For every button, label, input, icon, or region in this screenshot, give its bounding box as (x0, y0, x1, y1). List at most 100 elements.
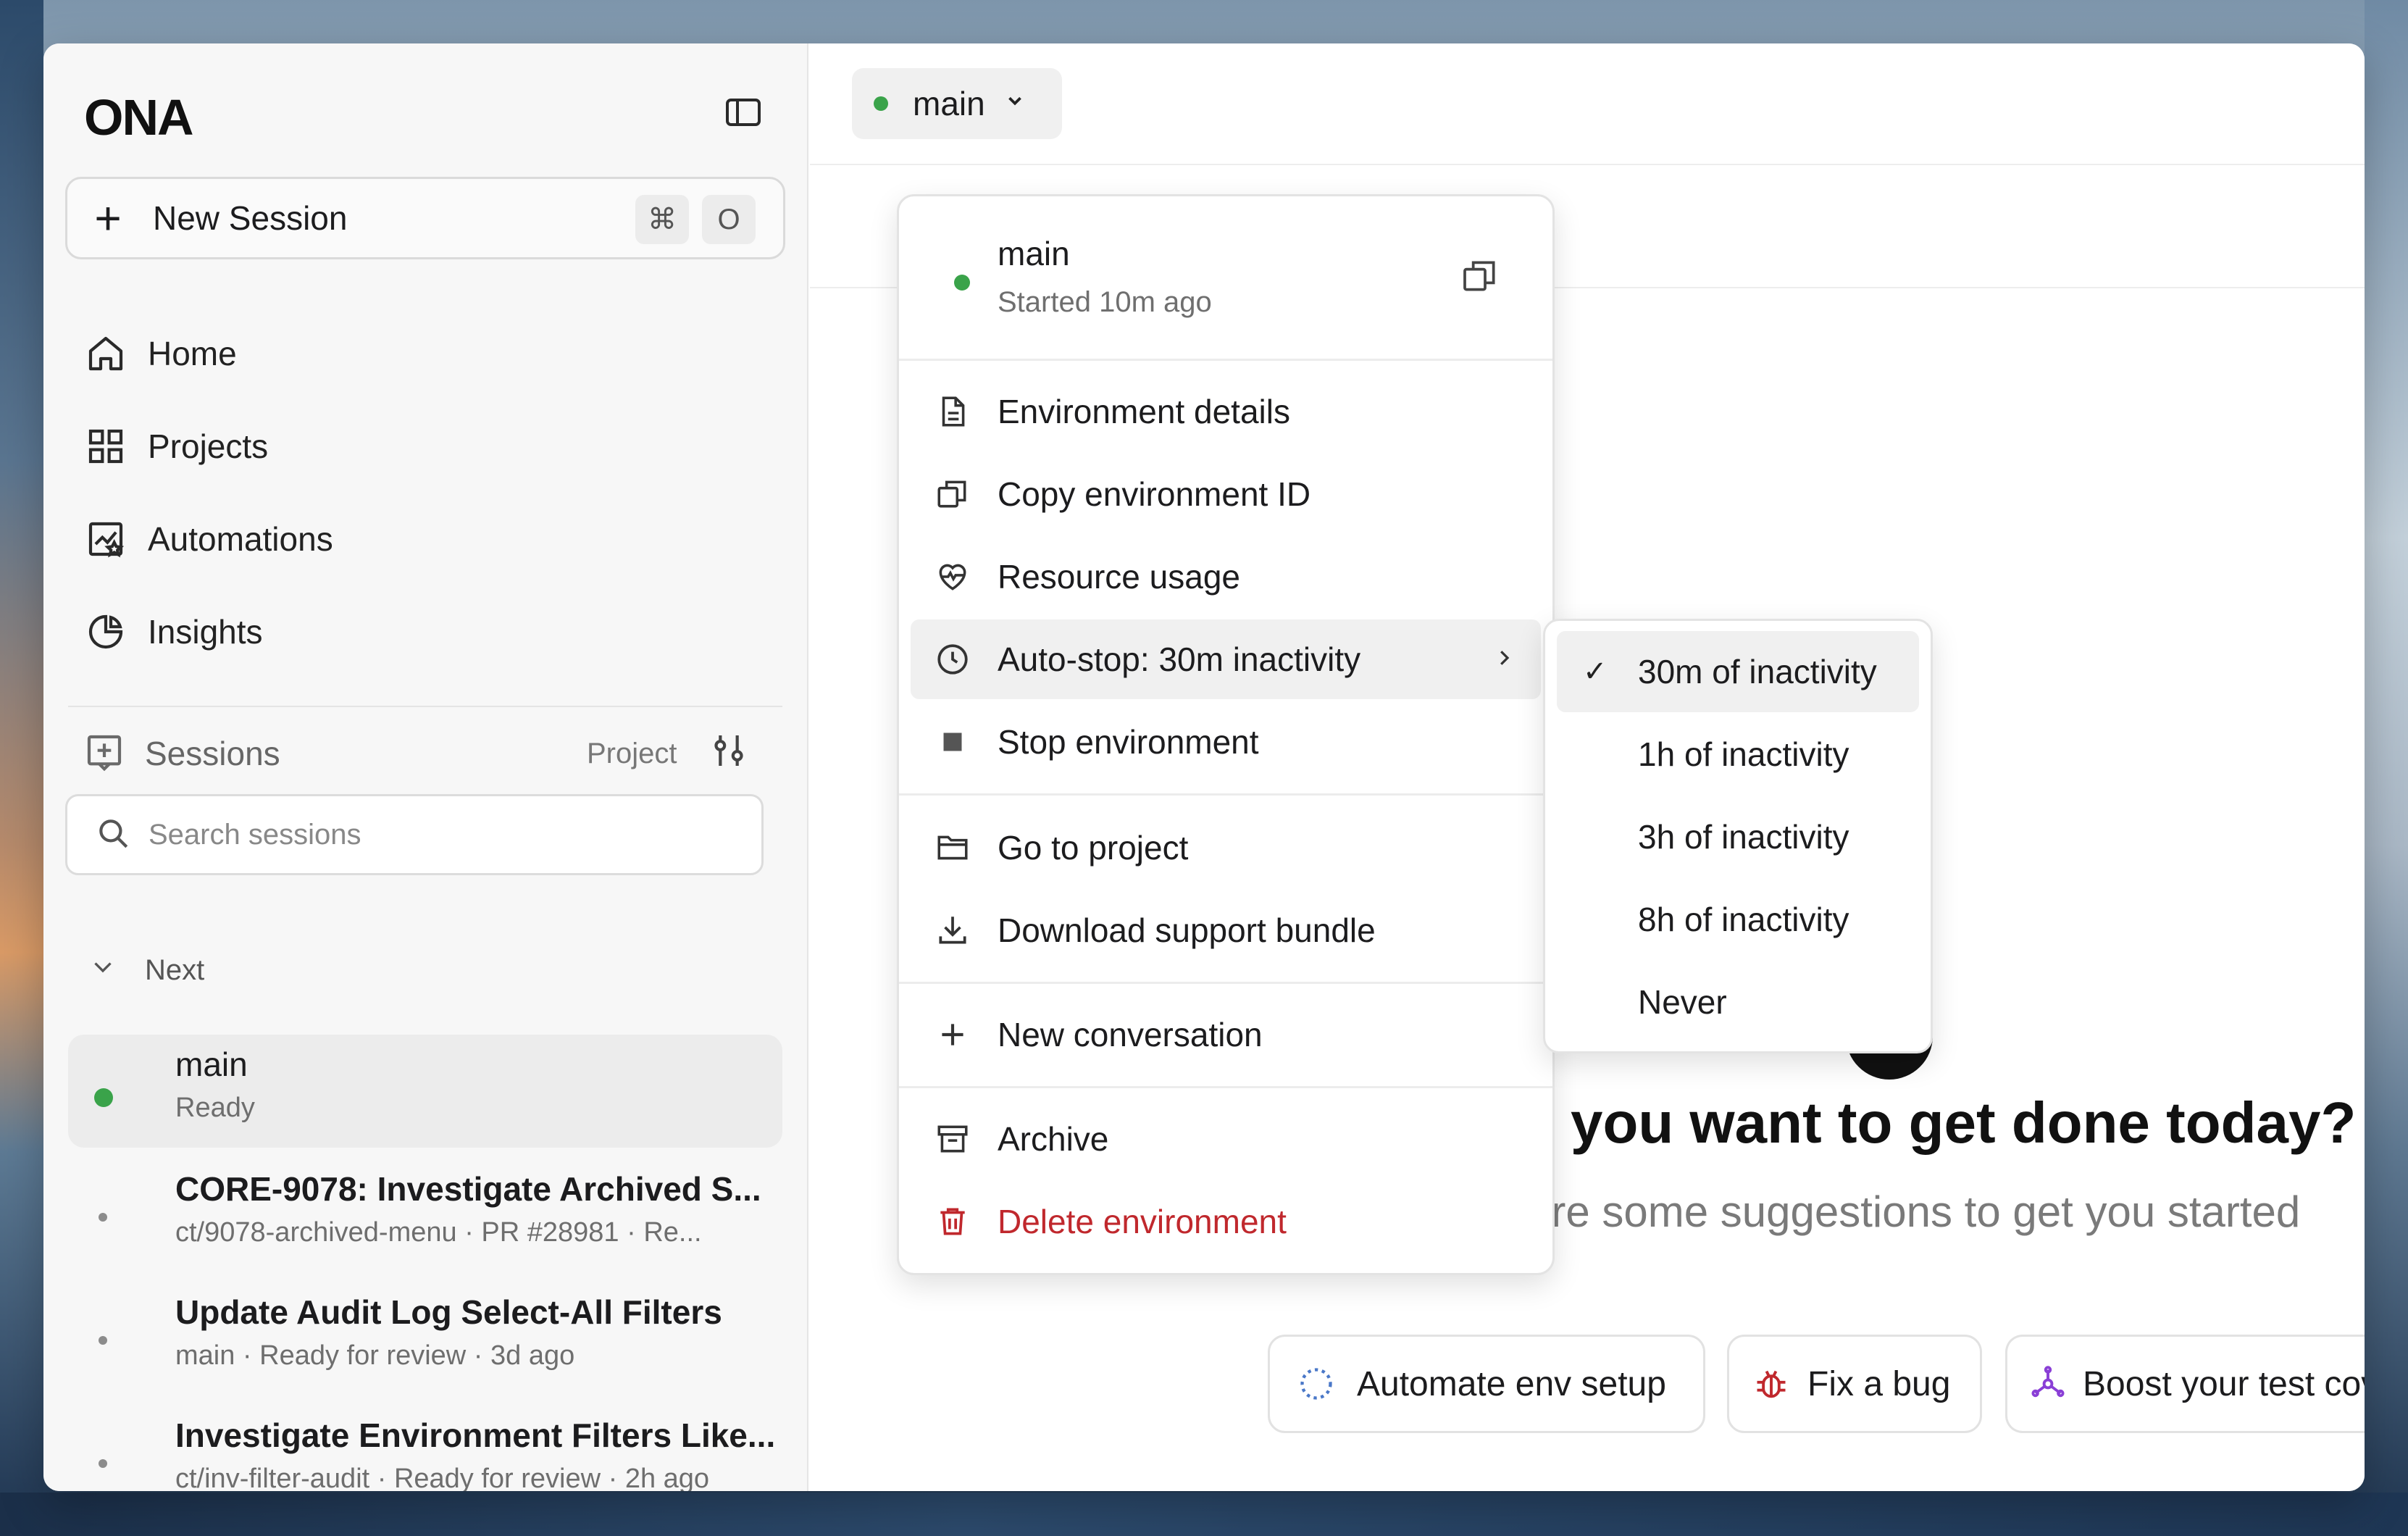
menu-item-go-to-project[interactable]: Go to project (911, 808, 1541, 888)
search-placeholder: Search sessions (149, 818, 361, 851)
menu-item-label: Resource usage (998, 558, 1240, 596)
session-item[interactable]: CORE-9078: Investigate Archived S... ct/… (68, 1159, 782, 1272)
search-sessions-input[interactable]: Search sessions (65, 794, 764, 875)
plus-icon: + (94, 192, 122, 244)
nav-item-insights[interactable]: Insights (84, 603, 263, 661)
pie-chart-icon (84, 610, 127, 654)
copy-icon[interactable] (1460, 256, 1500, 300)
option-label: 30m of inactivity (1638, 653, 1877, 690)
menu-item-label: Environment details (998, 393, 1290, 430)
menu-item-resource-usage[interactable]: Resource usage (911, 537, 1541, 617)
chevron-down-icon (1004, 90, 1026, 117)
nav-label-home: Home (148, 335, 237, 372)
app-logo[interactable]: ONA (84, 88, 194, 146)
auto-stop-option-8h[interactable]: 8h of inactivity (1557, 879, 1919, 960)
session-title: Update Audit Log Select-All Filters (175, 1293, 722, 1331)
heart-pulse-icon (932, 556, 973, 597)
menu-item-label: Delete environment (998, 1203, 1287, 1240)
check-icon: ✓ (1583, 656, 1608, 688)
filter-sliders-icon[interactable] (708, 730, 749, 775)
menu-item-download-support-bundle[interactable]: Download support bundle (911, 890, 1541, 970)
auto-stop-option-3h[interactable]: 3h of inactivity (1557, 796, 1919, 877)
option-label: 1h of inactivity (1638, 735, 1849, 773)
session-title: CORE-9078: Investigate Archived S... (175, 1170, 761, 1208)
session-subtitle: ct/inv-filter-audit · Ready for review ·… (175, 1464, 710, 1491)
menu-item-label: New conversation (998, 1016, 1263, 1053)
copy-icon (932, 474, 973, 514)
clock-icon (932, 639, 973, 680)
auto-stop-option-1h[interactable]: 1h of inactivity (1557, 714, 1919, 795)
stop-icon (932, 722, 973, 762)
sessions-icon (84, 732, 125, 776)
nav-label-projects: Projects (148, 427, 269, 465)
auto-stop-option-30m[interactable]: ✓ 30m of inactivity (1557, 631, 1919, 712)
session-subtitle: main · Ready for review · 3d ago (175, 1340, 575, 1371)
menu-env-name: main (998, 235, 1070, 272)
menu-item-label: Copy environment ID (998, 475, 1311, 513)
download-icon (932, 910, 973, 951)
environment-selector-button[interactable]: main (852, 68, 1062, 139)
menu-item-environment-details[interactable]: Environment details (911, 372, 1541, 451)
session-subtitle: ct/9078-archived-menu · PR #28981 · Re..… (175, 1217, 702, 1248)
session-subtitle: Ready (175, 1093, 255, 1123)
option-label: Never (1638, 983, 1727, 1021)
automations-icon (84, 517, 127, 561)
menu-divider (899, 982, 1552, 984)
sidebar-toggle-icon[interactable] (726, 99, 761, 126)
new-session-button[interactable]: + New Session ⌘ O (65, 177, 785, 259)
menu-divider (899, 359, 1552, 361)
sidebar: ONA + New Session ⌘ O Home Projects Auto… (43, 43, 808, 1491)
session-title: main (175, 1045, 248, 1083)
menu-item-delete-environment[interactable]: Delete environment (911, 1182, 1541, 1261)
nav-item-automations[interactable]: Automations (84, 510, 333, 568)
session-item[interactable]: Investigate Environment Filters Like... … (68, 1406, 782, 1491)
hero-subtitle: are some suggestions to get you started (1527, 1188, 2301, 1236)
suggestion-boost-tests[interactable]: Boost your test cove (2005, 1335, 2365, 1433)
menu-env-status: Started 10m ago (998, 286, 1212, 318)
menu-item-label: Auto-stop: 30m inactivity (998, 640, 1361, 678)
bug-icon (1751, 1364, 1792, 1404)
suggestion-label: Automate env setup (1357, 1364, 1666, 1403)
session-item[interactable]: Update Audit Log Select-All Filters main… (68, 1282, 782, 1395)
auto-stop-option-never[interactable]: Never (1557, 961, 1919, 1043)
project-filter-button[interactable]: Project (587, 738, 677, 770)
session-item-main[interactable]: main Ready (68, 1035, 782, 1148)
menu-item-label: Archive (998, 1120, 1109, 1158)
background-right (2365, 0, 2408, 1536)
suggestion-fix-a-bug[interactable]: Fix a bug (1727, 1335, 1982, 1433)
search-icon (95, 815, 131, 855)
status-dot (99, 1336, 107, 1345)
grid-icon (84, 425, 127, 468)
spinner-icon (1296, 1364, 1337, 1404)
suggestion-automate-env-setup[interactable]: Automate env setup (1268, 1335, 1705, 1433)
background-left (0, 0, 43, 1536)
option-label: 8h of inactivity (1638, 901, 1849, 938)
status-dot (94, 1088, 113, 1107)
shortcut-o-key: O (702, 195, 756, 244)
menu-item-label: Stop environment (998, 723, 1259, 761)
sessions-label: Sessions (145, 735, 280, 772)
menu-item-auto-stop[interactable]: Auto-stop: 30m inactivity (911, 619, 1541, 699)
trash-icon (932, 1201, 973, 1242)
menu-item-new-conversation[interactable]: New conversation (911, 995, 1541, 1074)
menu-item-archive[interactable]: Archive (911, 1099, 1541, 1179)
menu-item-stop-environment[interactable]: Stop environment (911, 702, 1541, 782)
auto-stop-submenu: ✓ 30m of inactivity 1h of inactivity 3h … (1543, 619, 1933, 1053)
archive-icon (932, 1119, 973, 1159)
document-icon (932, 391, 973, 432)
nav-item-projects[interactable]: Projects (84, 417, 268, 475)
menu-divider (899, 793, 1552, 796)
session-group-next[interactable]: Next (90, 953, 204, 987)
status-dot (954, 275, 970, 291)
nav-label-automations: Automations (148, 520, 333, 558)
new-session-label: New Session (153, 199, 348, 237)
chevron-right-icon (1493, 643, 1515, 676)
environment-name: main (913, 85, 985, 122)
nav-item-home[interactable]: Home (84, 325, 237, 383)
status-dot (99, 1459, 107, 1468)
menu-item-copy-environment-id[interactable]: Copy environment ID (911, 454, 1541, 534)
group-label: Next (145, 953, 205, 986)
background-bottom (0, 1493, 2408, 1536)
suggestion-label: Fix a bug (1807, 1364, 1951, 1403)
option-label: 3h of inactivity (1638, 818, 1849, 856)
